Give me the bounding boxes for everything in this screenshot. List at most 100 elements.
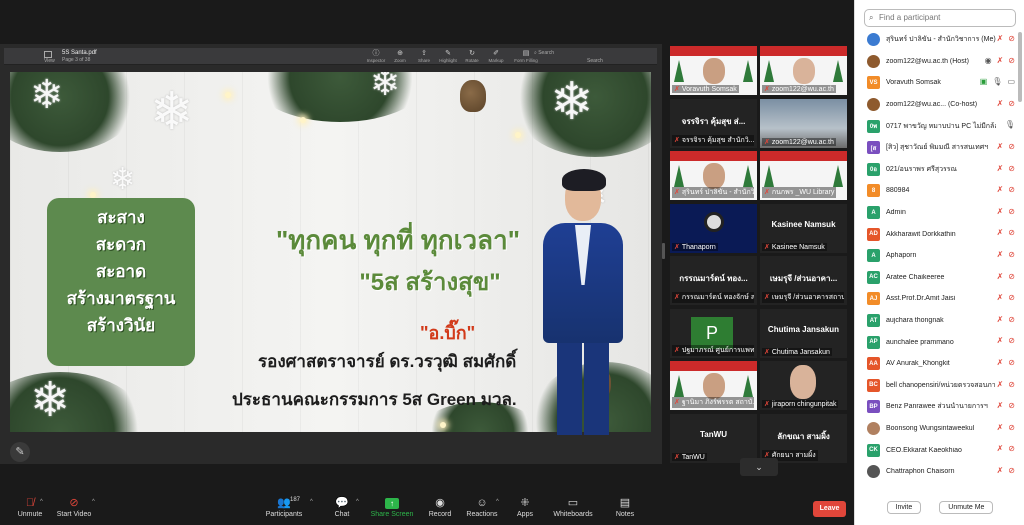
notes-button[interactable]: ▤ Notes bbox=[595, 495, 655, 518]
participant-row[interactable]: 0อ 021/อนราพร ศรีสุวรรณ ✗ ⊘ bbox=[855, 159, 1024, 181]
leave-button[interactable]: Leave bbox=[813, 501, 846, 517]
video-off-icon: ⊘ bbox=[69, 497, 79, 509]
video-tile[interactable]: Chutima Jansakun ✗ Chutima Jansakun bbox=[760, 308, 847, 358]
video-tile[interactable]: Kasinee Namsuk ✗ Kasinee Namsuk bbox=[760, 203, 847, 253]
pdf-page-info: Page 3 of 38 bbox=[62, 57, 91, 63]
participant-row[interactable]: A Aphaporn ✗ ⊘ bbox=[855, 245, 1024, 267]
participant-row[interactable]: AJ Asst.Prof.Dr.Amit Jaisi ✗ ⊘ bbox=[855, 288, 1024, 310]
video-tile[interactable]: กรรณมาร์ดน์ ทอง... ✗ กรรณมาร์ดน์ ทองจักษ์ … bbox=[670, 256, 757, 305]
participants-button[interactable]: 👥 187 Participants bbox=[254, 495, 314, 518]
participant-status-icons: ✗ ⊘ bbox=[997, 315, 1015, 324]
video-tile[interactable]: P ✗ ปฐมาภรณ์ ศูนย์การแพทย์ bbox=[670, 308, 757, 358]
sidebar-toggle-icon[interactable] bbox=[44, 51, 52, 58]
pdf-search[interactable]: ⌕ Search Search bbox=[534, 50, 603, 64]
video-options-chevron-icon[interactable]: ^ bbox=[92, 499, 95, 505]
participant-status-icons: ✗ ⊘ bbox=[997, 142, 1015, 151]
record-icon: ◉ bbox=[435, 497, 445, 509]
chat-options-chevron-icon[interactable]: ^ bbox=[356, 499, 359, 505]
muted-microphone-icon: ✗ bbox=[996, 314, 1004, 324]
unmute-me-button[interactable]: Unmute Me bbox=[939, 501, 994, 514]
snowflake-icon: ❄ bbox=[110, 163, 136, 196]
participant-row[interactable]: AP aunchalee prammano ✗ ⊘ bbox=[855, 331, 1024, 353]
participant-row[interactable]: 0พ 0717 พาขวัญ หมาบปาน PC ไม่มีกล้องครับ 🎙 bbox=[855, 115, 1024, 137]
pdf-tool-markup[interactable]: ✐ Markup bbox=[488, 49, 504, 63]
snowflake-icon: ❄ bbox=[30, 73, 64, 117]
participant-big-name: เษมรุจี /ส่วนอาคา... bbox=[769, 274, 838, 283]
video-tile[interactable]: ลักขณา สามผิ้ง ✗ ศักยนา สามผิ้ง bbox=[760, 413, 847, 463]
muted-microphone-icon: ✗ bbox=[764, 294, 770, 301]
participant-search-placeholder: Find a participant bbox=[879, 13, 941, 22]
video-off-icon: ⊘ bbox=[1008, 444, 1015, 454]
video-tile[interactable]: TanWU ✗ TanWU bbox=[670, 413, 757, 463]
participant-status-icons: ✗ ⊘ bbox=[997, 99, 1015, 108]
participant-name: กรรณมาร์ดน์ ทองจักษ์ สาร... bbox=[681, 294, 754, 301]
muted-microphone-icon: ✗ bbox=[996, 336, 1004, 346]
pdf-search-input[interactable]: Search bbox=[538, 50, 554, 56]
participant-row[interactable]: BC bell chanopensiri/หน่วยตรวจสอบภายใน ✗ ⊘ bbox=[855, 375, 1024, 397]
participant-row[interactable]: AT aujchara thongnak ✗ ⊘ bbox=[855, 310, 1024, 332]
slogan-line-1: "ทุกคน ทุกที่ ทุกเวลา" bbox=[275, 225, 521, 255]
participant-row[interactable]: A Admin ✗ ⊘ bbox=[855, 202, 1024, 224]
participant-row[interactable]: สุรินทร์ ปาลิขัน - สำนักวิชาการ (Me) ✗ ⊘ bbox=[855, 29, 1024, 51]
participant-name: aujchara thongnak bbox=[886, 317, 944, 325]
participant-name: CEO.Ekkarat Kaeokhiao bbox=[886, 446, 962, 454]
participant-name: jiraporn chingunpitak bbox=[771, 401, 837, 408]
start-video-button[interactable]: ⊘ Start Video bbox=[44, 495, 104, 518]
participant-row[interactable]: [ส [สิว] สุชาวัณย์ พิมมณี สารสนเทศฯ ✗ ⊘ bbox=[855, 137, 1024, 159]
video-tile[interactable]: ✗ zoom122@wu.ac.th bbox=[760, 46, 847, 95]
participant-name: Aratee Chaikeeree bbox=[886, 273, 945, 281]
participant-row[interactable]: AC Aratee Chaikeeree ✗ ⊘ bbox=[855, 267, 1024, 289]
participant-row[interactable]: zoom122@wu.ac... (Co-host) ✗ ⊘ bbox=[855, 94, 1024, 116]
pdf-tool-rotate[interactable]: ↻ Rotate bbox=[464, 49, 480, 63]
video-off-icon: ⊘ bbox=[1008, 314, 1015, 324]
panel-resize-handle[interactable] bbox=[662, 243, 665, 259]
participant-row[interactable]: Chattraphon Chaisorn ✗ ⊘ bbox=[855, 461, 1024, 483]
participant-row[interactable]: CK CEO.Ekkarat Kaeokhiao ✗ ⊘ bbox=[855, 439, 1024, 461]
video-tile[interactable]: ✗ Voravuth Somsak bbox=[670, 46, 757, 95]
participant-row[interactable]: BP Benz Panrawee ส่วนนำนายการฯ ✗ ⊘ bbox=[855, 396, 1024, 418]
participants-label: Participants bbox=[265, 511, 303, 518]
participant-row[interactable]: zoom122@wu.ac.th (Host) ◉ ✗ ⊘ bbox=[855, 51, 1024, 73]
participant-status-icons: ✗ ⊘ bbox=[997, 293, 1015, 302]
pdf-tool-zoom[interactable]: ⊕ Zoom bbox=[392, 49, 408, 63]
pdf-tool-label: Share bbox=[417, 58, 430, 63]
participant-name-label: ✗ zoom122@wu.ac.th bbox=[762, 137, 836, 146]
participant-row[interactable]: VS Voravuth Somsak ▣ 🎙 ▭ bbox=[855, 72, 1024, 94]
presenter-position: ประธานคณะกรรมการ 5ส Green มวล. bbox=[232, 390, 517, 409]
video-tile[interactable]: ✗ zoom122@wu.ac.th bbox=[760, 98, 847, 148]
video-tile[interactable]: ✗ ฐานิมา ภิงร์พรรต สถาบั... bbox=[670, 361, 757, 410]
pdf-tool-highlight[interactable]: ✎ Highlight bbox=[439, 49, 457, 63]
video-tile[interactable]: เษมรุจี /ส่วนอาคา... ✗ เษมรุจี /ส่วนอาคารส… bbox=[760, 256, 847, 305]
participant-name: TanWU bbox=[681, 453, 705, 461]
whiteboards-button[interactable]: ▭ Whiteboards bbox=[543, 495, 603, 518]
gallery-next-chevron-icon[interactable]: ⌄ bbox=[740, 458, 778, 476]
pdf-tool-inspector[interactable]: ⓘ Inspector bbox=[367, 49, 386, 63]
principle-line: สร้างมาตรฐาน bbox=[66, 289, 176, 308]
presenter-nickname: "อ.บิ๊ก" bbox=[420, 323, 476, 343]
annotate-pencil-icon[interactable]: ✎ bbox=[10, 442, 30, 462]
muted-microphone-icon: ✗ bbox=[764, 401, 770, 408]
obs-logo-icon bbox=[704, 211, 724, 232]
share-icon: ⇪ bbox=[421, 50, 427, 57]
participant-row[interactable]: AA AV Anurak_Khongkit ✗ ⊘ bbox=[855, 353, 1024, 375]
video-tile[interactable]: ✗ jiraporn chingunpitak bbox=[760, 361, 847, 410]
pdf-tool-share[interactable]: ⇪ Share bbox=[416, 49, 432, 63]
participant-row[interactable]: Boonsong Wungsintaweekul ✗ ⊘ bbox=[855, 418, 1024, 440]
video-tile[interactable]: ✗ กนกพร _WU Library bbox=[760, 151, 847, 200]
muted-microphone-icon: ✗ bbox=[674, 399, 680, 406]
muted-microphone-icon: ✗ bbox=[996, 98, 1004, 108]
participant-name: ปฐมาภรณ์ ศูนย์การแพทย์ bbox=[681, 346, 754, 354]
participant-name-label: ✗ zoom122@wu.ac.th bbox=[762, 85, 836, 93]
video-tile[interactable]: ✗สุรินทร์ ปาลิขัน - สำนักวิชา... bbox=[670, 151, 757, 200]
audio-options-chevron-icon[interactable]: ^ bbox=[40, 499, 43, 505]
light-bulb-decoration bbox=[300, 117, 306, 123]
participant-row[interactable]: 8 880984 ✗ ⊘ bbox=[855, 180, 1024, 202]
muted-microphone-icon: ✗ bbox=[764, 348, 770, 356]
video-tile[interactable]: จรรจิรา คุ้มสุข ส่... ✗ จรรจิรา คุ้มสุข สำ… bbox=[670, 98, 757, 148]
video-tile[interactable]: ✗ Thanaporn bbox=[670, 203, 757, 253]
participant-row[interactable]: AD Akkharawit Dorkkathin ✗ ⊘ bbox=[855, 223, 1024, 245]
invite-button[interactable]: Invite bbox=[886, 501, 922, 514]
unmute-label: Unmute bbox=[17, 511, 43, 518]
participant-search-input[interactable]: ⌕ Find a participant bbox=[864, 9, 1016, 27]
participant-status-icons: ✗ ⊘ bbox=[997, 444, 1015, 453]
